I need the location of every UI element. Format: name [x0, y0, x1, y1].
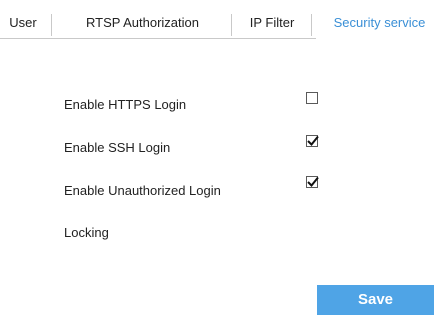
- unauthorized-login-label: Enable Unauthorized Login: [64, 183, 221, 198]
- tab-security-service[interactable]: Security service: [316, 8, 443, 39]
- tab-rtsp-authorization[interactable]: RTSP Authorization: [61, 8, 224, 38]
- unauthorized-login-checkbox[interactable]: [306, 176, 319, 188]
- tab-separator: [311, 14, 312, 36]
- https-login-checkbox[interactable]: [306, 92, 318, 104]
- tab-user[interactable]: User: [6, 8, 40, 38]
- tab-separator: [231, 14, 232, 36]
- checkmark-icon: [307, 176, 319, 187]
- checkmark-icon: [307, 135, 319, 146]
- save-button[interactable]: Save: [317, 285, 434, 315]
- locking-label: Locking: [64, 225, 109, 240]
- tab-bar: User RTSP Authorization IP Filter Securi…: [0, 0, 443, 39]
- ssh-login-label: Enable SSH Login: [64, 140, 171, 155]
- https-login-label: Enable HTTPS Login: [64, 97, 187, 112]
- ssh-login-checkbox[interactable]: [306, 135, 319, 147]
- tab-separator: [51, 14, 52, 36]
- tab-ip-filter[interactable]: IP Filter: [240, 8, 304, 38]
